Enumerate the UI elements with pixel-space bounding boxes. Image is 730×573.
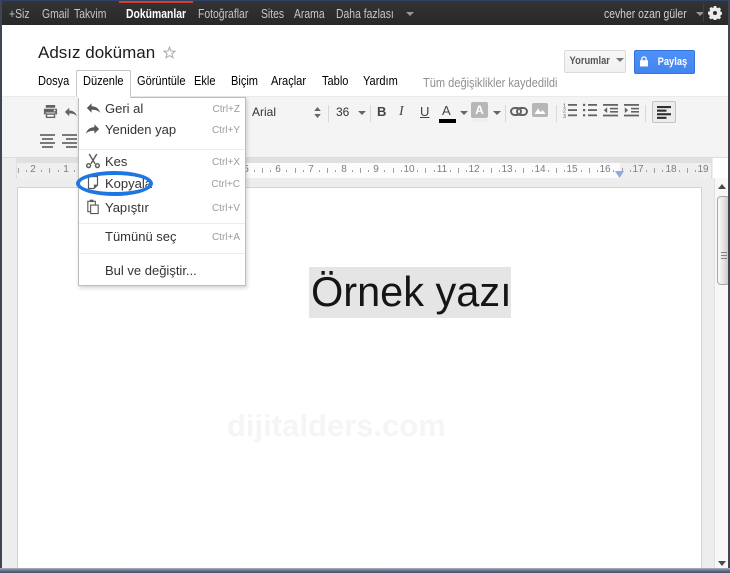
svg-text:3: 3 (563, 114, 566, 118)
